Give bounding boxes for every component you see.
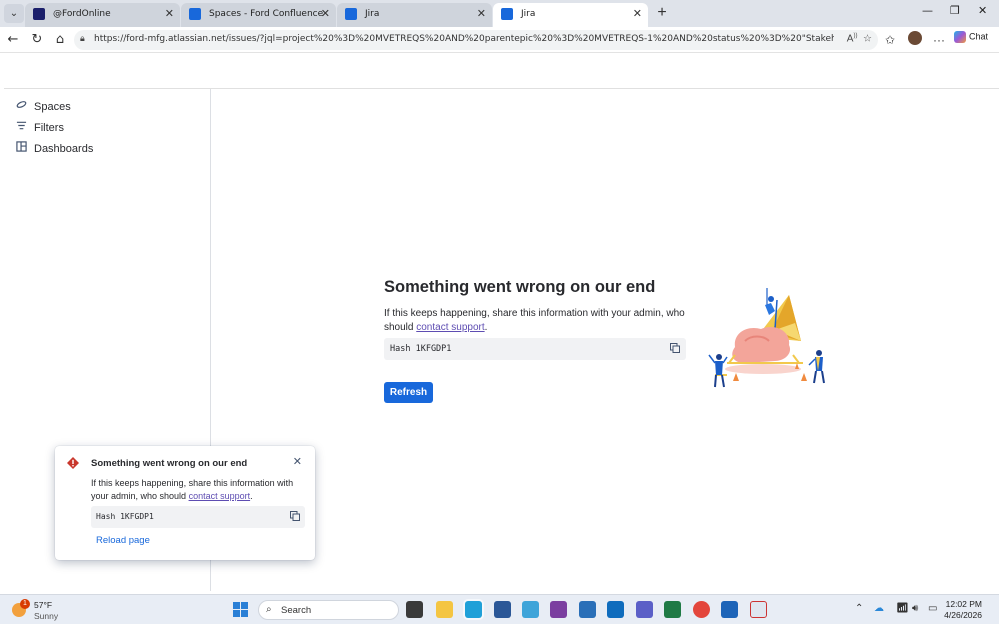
snipping-tool-icon[interactable] (750, 601, 767, 618)
reload-icon[interactable]: ↻ (29, 32, 45, 48)
outlook-new-icon[interactable] (579, 601, 596, 618)
search-placeholder: Search (281, 605, 312, 616)
contact-support-link[interactable]: contact support (416, 322, 484, 333)
volume-icon[interactable]: 🔊︎ (912, 603, 918, 614)
maximize-icon[interactable]: ❐ (950, 4, 960, 17)
app-icon[interactable] (522, 601, 539, 618)
error-icon (67, 457, 79, 469)
chrome-icon[interactable] (693, 601, 710, 618)
tab-label: @FordOnline (53, 9, 111, 19)
error-hash-box: Hash 1KFGDP1 (384, 338, 686, 360)
refresh-button[interactable]: Refresh (384, 382, 433, 403)
more-options-icon[interactable]: ··· (933, 33, 945, 47)
error-flag: Something went wrong on our end ✕ If thi… (55, 446, 315, 560)
tab-actions-menu-icon[interactable]: ⌄ (4, 4, 24, 23)
url-text[interactable]: https://ford-mfg.atlassian.net/issues/?j… (94, 34, 834, 44)
profile-avatar[interactable] (908, 31, 922, 45)
favorites-icon[interactable]: ✩ (885, 33, 895, 47)
taskbar-search[interactable]: ⌕ Search (258, 600, 399, 620)
close-tab-icon[interactable]: ✕ (321, 3, 330, 25)
start-windows-icon[interactable] (233, 602, 249, 618)
sidebar-item-label: Filters (34, 122, 64, 134)
notification-badge: 1 (20, 599, 30, 609)
file-explorer-icon[interactable] (436, 601, 453, 618)
flag-title: Something went wrong on our end (91, 458, 248, 469)
windows-taskbar: 1 57°F Sunny ⌕ Search ⌃ ☁ 📶︎ 🔊︎ ▭ 12:02 … (0, 594, 999, 624)
outlook-icon[interactable] (607, 601, 624, 618)
read-aloud-and-favorite-icons[interactable]: A)) ☆ (847, 33, 872, 44)
flag-hash-text: Hash 1KFGDP1 (96, 512, 154, 521)
tab-jira-1[interactable]: Jira ✕ (337, 3, 492, 27)
store-icon[interactable] (494, 601, 511, 618)
address-bar[interactable]: 🔒︎ https://ford-mfg.atlassian.net/issues… (74, 30, 878, 50)
sidebar-item-spaces[interactable]: Spaces (16, 98, 71, 116)
close-flag-icon[interactable]: ✕ (293, 455, 302, 468)
flag-contact-support-link[interactable]: contact support (189, 491, 251, 501)
copy-icon[interactable] (290, 511, 300, 521)
taskbar-clock[interactable]: 12:02 PM 4/26/2026 (944, 599, 982, 621)
teams-icon[interactable] (636, 601, 653, 618)
task-view-icon[interactable] (406, 601, 423, 618)
tab-label: Jira (521, 9, 536, 19)
error-title: Something went wrong on our end (384, 278, 656, 296)
wifi-icon[interactable]: 📶︎ (896, 603, 909, 614)
flag-description-end: . (250, 491, 253, 501)
weather-condition: Sunny (34, 611, 59, 621)
tab-fordonline[interactable]: @FordOnline ✕ (25, 3, 180, 27)
minimize-icon[interactable]: — (922, 4, 933, 17)
app-top-bar (4, 53, 999, 89)
main-content: Something went wrong on our end If this … (211, 89, 999, 591)
jira-favicon-icon (501, 8, 513, 20)
sidebar-item-dashboards[interactable]: Dashboards (16, 140, 93, 158)
tab-label: Spaces - Ford Confluence (209, 9, 324, 19)
close-tab-icon[interactable]: ✕ (477, 3, 486, 25)
search-icon: ⌕ (266, 604, 272, 615)
excel-icon[interactable] (664, 601, 681, 618)
sidebar-item-filters[interactable]: Filters (16, 119, 64, 137)
clock-date: 4/26/2026 (944, 610, 982, 620)
tab-label: Jira (365, 9, 380, 19)
spaces-icon (16, 98, 28, 116)
error-description-end: . (484, 322, 488, 333)
reload-page-link[interactable]: Reload page (96, 535, 150, 546)
tab-jira-active[interactable]: Jira ✕ (493, 3, 648, 27)
copilot-icon (954, 31, 966, 43)
back-arrow-icon[interactable]: ← (5, 32, 21, 48)
site-info-icon[interactable]: 🔒︎ (80, 33, 92, 47)
copilot-chat-button[interactable]: Chat (954, 31, 988, 43)
weather-widget[interactable]: 1 57°F Sunny (12, 599, 82, 621)
confluence-favicon-icon (189, 8, 201, 20)
home-icon[interactable]: ⌂ (52, 32, 68, 48)
dashboard-icon (16, 140, 28, 158)
mail-icon[interactable] (721, 601, 738, 618)
sidebar-item-label: Spaces (34, 101, 71, 113)
filter-icon (16, 119, 28, 137)
copilot-label: Chat (969, 31, 989, 42)
edge-browser-icon[interactable] (465, 601, 482, 618)
jira-favicon-icon (345, 8, 357, 20)
copy-icon[interactable] (670, 343, 680, 353)
browser-tab-strip: ⌄ @FordOnline ✕ Spaces - Ford Confluence… (0, 0, 999, 27)
fordonline-favicon-icon (33, 8, 45, 20)
weather-temperature: 57°F (34, 600, 53, 610)
tab-confluence[interactable]: Spaces - Ford Confluence ✕ (181, 3, 336, 27)
new-tab-button[interactable]: + (654, 3, 670, 23)
onedrive-icon[interactable]: ☁ (874, 603, 884, 614)
battery-icon[interactable]: ▭ (928, 603, 937, 614)
error-illustration (708, 288, 825, 388)
browser-toolbar: ← ↻ ⌂ 🔒︎ https://ford-mfg.atlassian.net/… (0, 27, 999, 53)
close-tab-icon[interactable]: ✕ (165, 3, 174, 25)
show-hidden-icons-icon[interactable]: ⌃ (855, 603, 863, 614)
sidebar-item-label: Dashboards (34, 143, 94, 155)
onenote-icon[interactable] (550, 601, 567, 618)
error-description: If this keeps happening, share this info… (384, 307, 694, 335)
flag-hash-box: Hash 1KFGDP1 (91, 506, 305, 528)
close-window-icon[interactable]: ✕ (978, 4, 987, 17)
clock-time: 12:02 PM (945, 599, 982, 609)
close-tab-icon[interactable]: ✕ (633, 3, 642, 25)
error-hash-text: Hash 1KFGDP1 (390, 344, 452, 354)
flag-description: If this keeps happening, share this info… (91, 477, 303, 503)
